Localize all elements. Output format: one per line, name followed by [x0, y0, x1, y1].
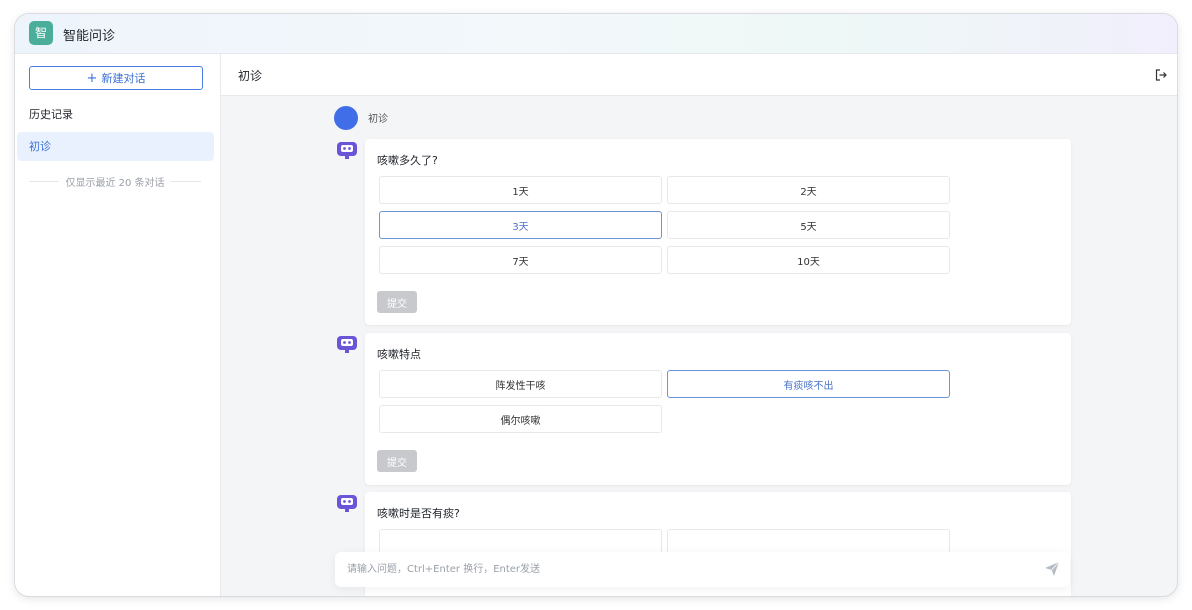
- history-title: 历史记录: [29, 108, 73, 121]
- history-item[interactable]: 初诊: [17, 132, 214, 161]
- option-button[interactable]: 1天: [379, 176, 662, 204]
- option-button[interactable]: 阵发性干咳: [379, 370, 662, 398]
- bot-icon: [337, 336, 357, 353]
- chat-area[interactable]: 初诊 咳嗽多久了? 1天 2天 3天 5天 7天 10天 提交 咳嗽特点 阵发性…: [221, 96, 1177, 596]
- question-text: 咳嗽多久了?: [377, 154, 438, 167]
- bot-icon: [337, 142, 357, 159]
- new-chat-label: 新建对话: [101, 72, 146, 85]
- app-logo: 智: [29, 21, 53, 45]
- question-text: 咳嗽时是否有痰?: [377, 507, 460, 520]
- option-button[interactable]: 偶尔咳嗽: [379, 405, 662, 433]
- history-note-text: 仅显示最近 20 条对话: [65, 178, 165, 189]
- new-chat-button[interactable]: + 新建对话: [29, 66, 203, 90]
- submit-button[interactable]: 提交: [377, 450, 417, 472]
- history-note: 仅显示最近 20 条对话: [29, 174, 201, 189]
- main-header: 初诊: [221, 54, 1177, 96]
- conversation-title: 初诊: [238, 69, 263, 83]
- question-text: 咳嗽特点: [377, 348, 421, 361]
- option-button[interactable]: 5天: [667, 211, 950, 239]
- user-message: 初诊: [368, 114, 388, 125]
- app-title: 智能问诊: [63, 29, 116, 44]
- option-button[interactable]: 7天: [379, 246, 662, 274]
- exit-icon[interactable]: [1154, 68, 1168, 82]
- app-window: 智 智能问诊 + 新建对话 历史记录 初诊 仅显示最近 20 条对话 初诊 初诊: [15, 14, 1177, 596]
- user-avatar: [334, 106, 358, 130]
- submit-button[interactable]: 提交: [377, 291, 417, 313]
- question-card: 咳嗽多久了? 1天 2天 3天 5天 7天 10天 提交: [365, 139, 1071, 325]
- option-button[interactable]: 10天: [667, 246, 950, 274]
- option-button[interactable]: 2天: [667, 176, 950, 204]
- top-bar: 智 智能问诊: [15, 14, 1177, 54]
- option-button-selected[interactable]: 3天: [379, 211, 662, 239]
- divider: [170, 181, 201, 182]
- bot-icon: [337, 495, 357, 512]
- sidebar: + 新建对话 历史记录 初诊 仅显示最近 20 条对话: [15, 54, 221, 596]
- question-card: 咳嗽特点 阵发性干咳 有痰咳不出 偶尔咳嗽 提交: [365, 333, 1071, 485]
- message-input-bar: [335, 552, 1070, 587]
- send-icon[interactable]: [1044, 561, 1060, 577]
- option-button-selected[interactable]: 有痰咳不出: [667, 370, 950, 398]
- divider: [29, 181, 60, 182]
- plus-icon: +: [86, 70, 98, 86]
- message-input[interactable]: [347, 560, 1027, 578]
